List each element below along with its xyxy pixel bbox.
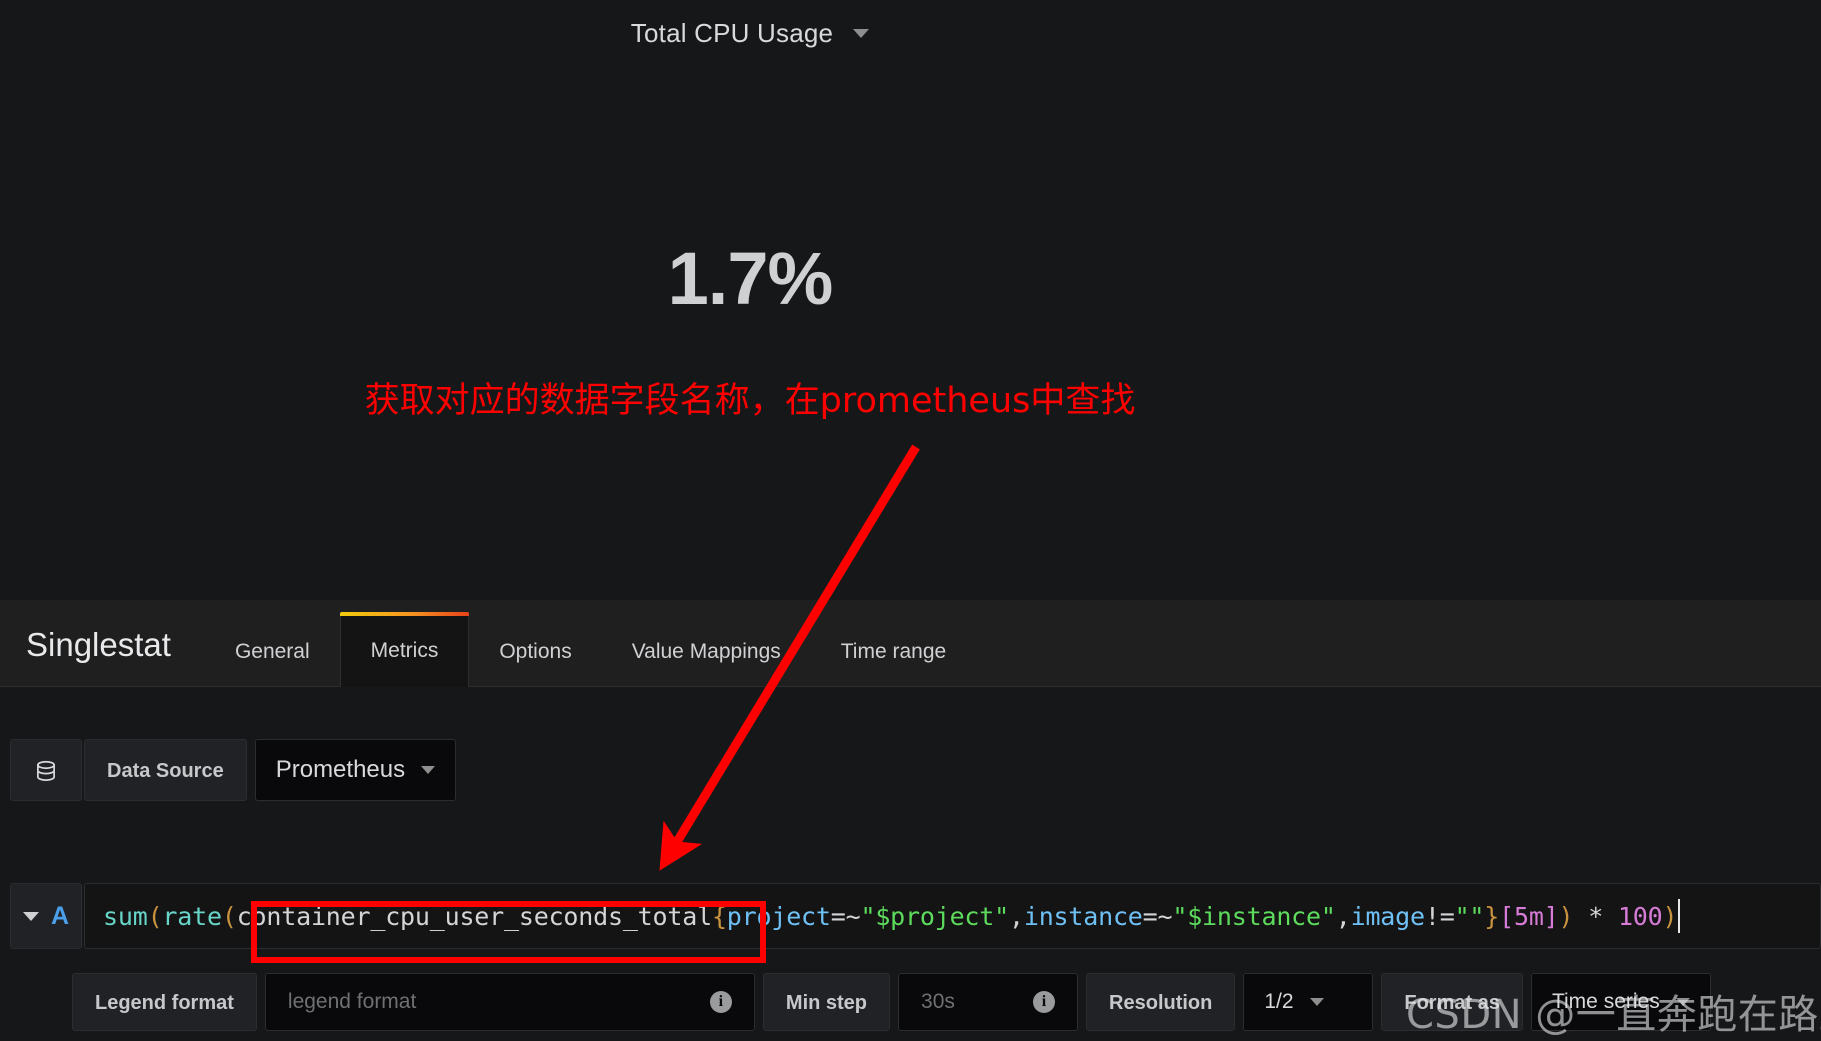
text-cursor <box>1678 899 1681 933</box>
expr-token: ) <box>1558 901 1574 931</box>
tab-metrics[interactable]: Metrics <box>339 612 470 687</box>
expr-token: { <box>711 901 727 931</box>
query-collapse-toggle[interactable]: A <box>10 883 82 949</box>
query-ref-id: A <box>50 901 70 930</box>
expr-token: image <box>1350 901 1425 931</box>
expr-token: "$project" <box>860 901 1009 931</box>
expr-token: != <box>1424 901 1455 931</box>
resolution-value: 1/2 <box>1264 990 1294 1013</box>
datasource-select[interactable]: Prometheus <box>254 739 457 801</box>
panel-preview: Total CPU Usage 1.7% 获取对应的数据字段名称，在promet… <box>0 0 1821 600</box>
expr-token: =~ <box>1142 901 1173 931</box>
tab-value-mappings[interactable]: Value Mappings <box>602 641 811 686</box>
expr-token: "$instance" <box>1172 901 1336 931</box>
datasource-row: Data Source Prometheus <box>0 739 1821 801</box>
expr-token: , <box>1335 901 1351 931</box>
info-icon[interactable]: i <box>709 991 732 1013</box>
chevron-down-icon[interactable] <box>853 29 870 38</box>
expr-token: [5m] <box>1499 901 1559 931</box>
min-step-placeholder: 30s <box>921 990 955 1013</box>
singlestat-value: 1.7% <box>667 237 834 320</box>
expr-token: * <box>1573 901 1618 931</box>
format-as-select[interactable]: Time series <box>1530 973 1711 1031</box>
expr-token: sum <box>103 901 148 931</box>
datasource-label: Data Source <box>84 739 247 801</box>
legend-format-label: Legend format <box>72 973 257 1031</box>
info-icon[interactable]: i <box>1033 991 1056 1013</box>
panel-title[interactable]: Total CPU Usage <box>631 18 833 49</box>
min-step-label: Min step <box>762 973 891 1031</box>
chevron-down-icon <box>421 766 436 774</box>
format-as-label: Format as <box>1381 973 1523 1031</box>
expr-token: rate <box>162 901 222 931</box>
database-icon <box>10 739 82 801</box>
expr-token: instance <box>1023 901 1143 931</box>
chevron-down-icon <box>1309 998 1324 1006</box>
annotation-note: 获取对应的数据字段名称，在prometheus中查找 <box>364 381 1136 421</box>
min-step-input[interactable]: 30s i <box>898 973 1079 1031</box>
query-expression-input[interactable]: sum(rate(container_cpu_user_seconds_tota… <box>84 883 1821 949</box>
expr-token: } <box>1484 901 1500 931</box>
expr-token: ) <box>1662 901 1678 931</box>
metrics-tab-content: Data Source Prometheus A sum(rate(contai… <box>0 687 1821 1041</box>
tab-time-range[interactable]: Time range <box>811 641 976 686</box>
expr-token: container_cpu_user_seconds_total <box>236 901 712 931</box>
query-expression-text: sum(rate(container_cpu_user_seconds_tota… <box>103 901 1678 931</box>
query-row-a: A sum(rate(container_cpu_user_seconds_to… <box>0 883 1821 949</box>
panel-header[interactable]: Total CPU Usage <box>0 18 1500 49</box>
tab-general[interactable]: General <box>205 641 340 686</box>
expr-token: project <box>726 901 831 931</box>
legend-format-placeholder: legend format <box>287 990 417 1013</box>
resolution-select[interactable]: 1/2 <box>1243 973 1374 1031</box>
expr-token: "" <box>1454 901 1485 931</box>
format-as-value: Time series <box>1551 990 1660 1013</box>
panel-type-title: Singlestat <box>26 626 171 663</box>
tab-options[interactable]: Options <box>469 641 601 686</box>
expr-token: ( <box>147 901 163 931</box>
chevron-down-icon <box>1675 998 1690 1006</box>
query-options-row: Legend format legend format i Min step 3… <box>0 973 1821 1031</box>
chevron-down-icon <box>22 911 39 921</box>
datasource-selected-value: Prometheus <box>275 756 406 783</box>
resolution-label: Resolution <box>1086 973 1236 1031</box>
legend-format-input[interactable]: legend format i <box>264 973 755 1031</box>
expr-token: =~ <box>830 901 861 931</box>
expr-token: 100 <box>1617 901 1663 931</box>
expr-token: , <box>1008 901 1024 931</box>
panel-editor-tabbar: Singlestat General Metrics Options Value… <box>0 600 1821 687</box>
expr-token: ( <box>221 901 237 931</box>
